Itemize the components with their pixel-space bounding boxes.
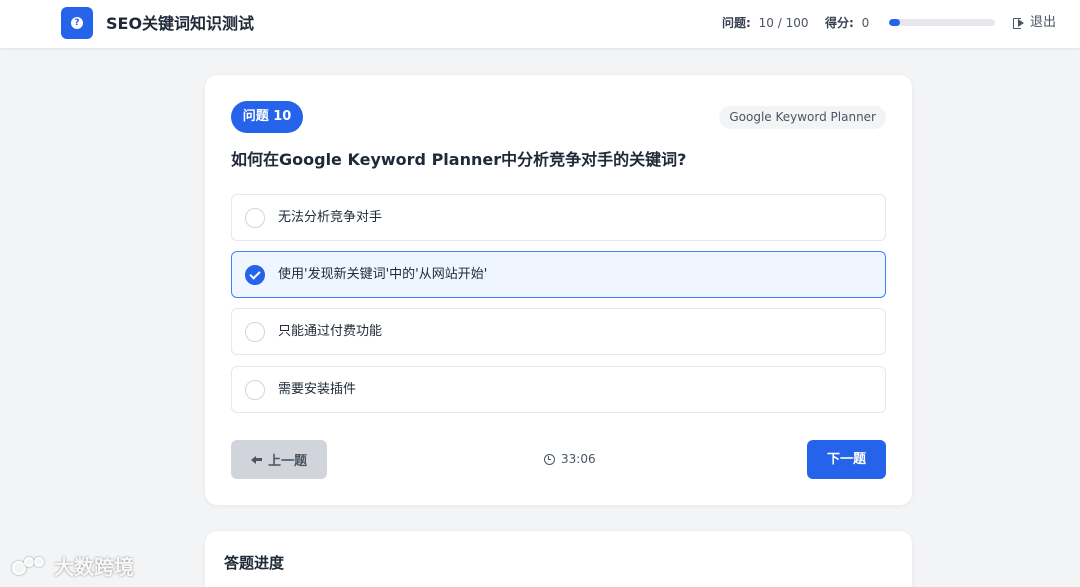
app-title: SEO关键词知识测试 bbox=[106, 14, 255, 33]
score-label: 得分: bbox=[825, 16, 854, 30]
radio-circle-icon bbox=[245, 321, 265, 342]
answer-option-label: 只能通过付费功能 bbox=[278, 323, 383, 339]
score-display: 得分: 0 bbox=[825, 15, 869, 31]
category-tag: Google Keyword Planner bbox=[719, 106, 886, 129]
watermark-text: 大数跨境 bbox=[54, 555, 134, 579]
exit-button[interactable]: 退出 bbox=[1013, 14, 1056, 32]
answer-progress-title: 答题进度 bbox=[224, 554, 285, 572]
arrow-left-icon bbox=[250, 455, 262, 465]
app-logo: ? bbox=[61, 7, 93, 39]
next-question-button[interactable]: 下一题 bbox=[807, 440, 886, 479]
answer-option[interactable]: 使用'发现新关键词'中的'从网站开始' bbox=[231, 251, 886, 298]
previous-question-label: 上一题 bbox=[267, 454, 307, 469]
previous-question-button[interactable]: 上一题 bbox=[231, 440, 327, 479]
clock-icon bbox=[544, 453, 555, 465]
question-text: 如何在Google Keyword Planner中分析竞争对手的关键词? bbox=[231, 150, 687, 169]
exit-label: 退出 bbox=[1030, 15, 1057, 30]
quiz-progress-bar bbox=[889, 19, 995, 26]
answer-option-label: 无法分析竞争对手 bbox=[278, 209, 383, 225]
radio-circle-icon bbox=[245, 207, 265, 228]
timer-value: 33:06 bbox=[561, 452, 596, 466]
question-mark-icon: ? bbox=[71, 17, 83, 29]
question-number-badge: 问题 10 bbox=[231, 101, 303, 133]
question-counter-value: 10 / 100 bbox=[758, 16, 809, 30]
watermark: 大数跨境 bbox=[10, 553, 134, 581]
answer-progress-card: 答题进度 bbox=[205, 531, 912, 587]
top-header: ? SEO关键词知识测试 问题: 10 / 100 得分: 0 退出 bbox=[0, 0, 1080, 48]
answer-option-label: 需要安装插件 bbox=[278, 381, 357, 397]
answer-option-label: 使用'发现新关键词'中的'从网站开始' bbox=[278, 266, 488, 282]
radio-circle-icon bbox=[245, 379, 265, 400]
answer-option[interactable]: 需要安装插件 bbox=[231, 366, 886, 413]
radio-check-icon bbox=[245, 264, 265, 285]
quiz-progress-fill bbox=[889, 19, 900, 26]
answer-option[interactable]: 无法分析竞争对手 bbox=[231, 194, 886, 241]
watermark-logo-icon bbox=[10, 555, 48, 579]
question-card: 问题 10 Google Keyword Planner 如何在Google K… bbox=[205, 75, 912, 505]
question-counter: 问题: 10 / 100 bbox=[722, 15, 809, 31]
sign-out-icon bbox=[1013, 17, 1026, 29]
question-counter-label: 问题: bbox=[722, 16, 751, 30]
score-value: 0 bbox=[861, 16, 870, 30]
quiz-timer: 33:06 bbox=[544, 451, 596, 467]
answer-option[interactable]: 只能通过付费功能 bbox=[231, 308, 886, 355]
